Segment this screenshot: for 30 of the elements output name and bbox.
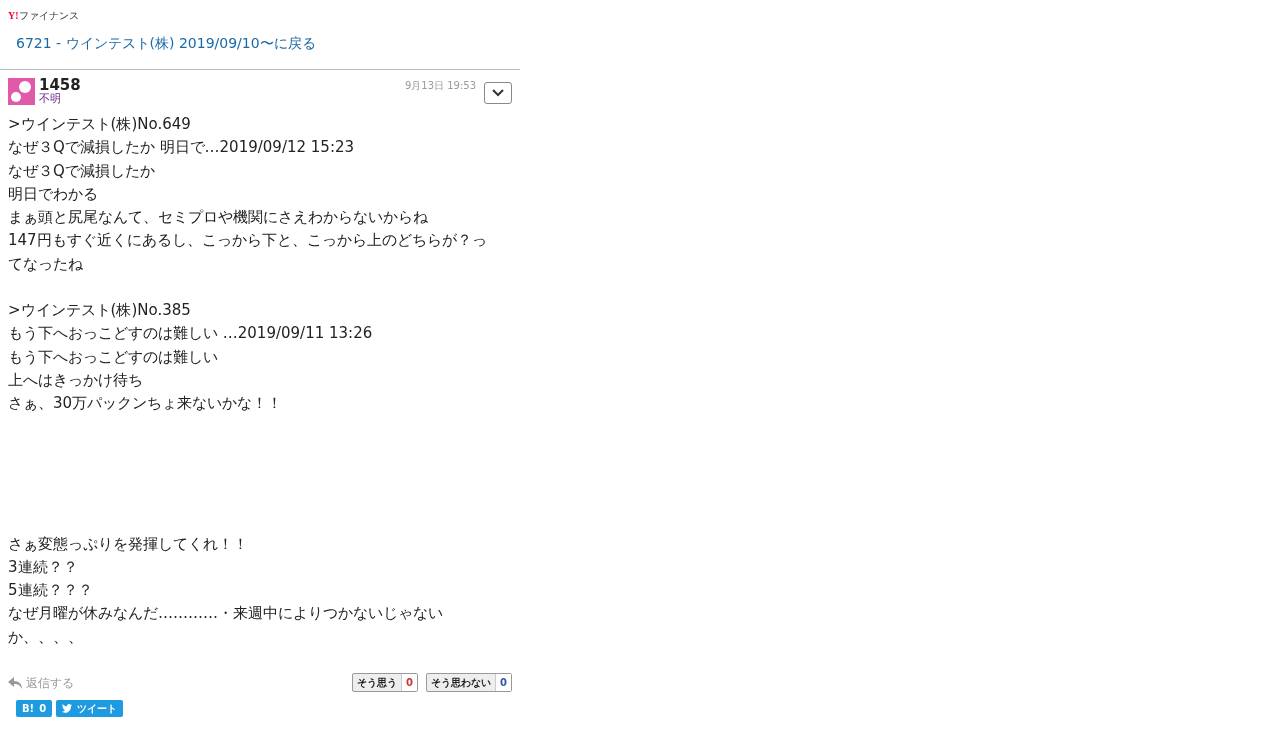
body-text: >ウインテスト(株)No.385 [8,300,192,322]
chevron-down-icon [492,89,504,97]
body-text: てなったね [8,253,84,275]
vote-button[interactable]: そう思う 0 [352,673,419,693]
vote-button[interactable]: そう思わない 0 [426,673,512,693]
body-text: 5連続？？？ [8,580,94,602]
logo-text: ファイナンス [18,9,79,23]
body-text: 上へはきっかけ待ち [8,369,144,391]
back-link[interactable]: 6721 - ウインテスト(株) 2019/09/10〜に戻る [16,35,316,51]
body-text: さぁ、30万パックンちょ来ないかな！！ [8,393,284,415]
user-name[interactable]: 1458 [39,78,81,93]
reply-icon [8,676,22,689]
logo-mark: Y! [8,9,19,23]
body-text: なぜ月曜が休みなんだ…………・来週中によりつかないじゃない [8,603,444,625]
body-text: >ウインテスト(株)No.649 [8,114,192,135]
body-text: 3連続？？ [8,556,79,578]
body-text: 明日でわかる [8,183,99,205]
body-text: 147円もすぐ近くにあるし、こっから下と、こっから上のどちらが？っ [8,230,488,252]
body-text: なぜ３Qで減損したか [8,160,156,182]
body-text: まぁ頭と尻尾なんて、セミプロや機関にさえわからないからね [8,207,429,229]
bird-icon [62,704,73,714]
body-text: か、、、、 [8,626,84,648]
body-text: なぜ３Qで減損したか 明日で…2019/09/12 15:23 [8,137,356,159]
avatar-icon [8,78,35,105]
rating-label: 不明 [39,93,62,105]
body-text: もう下へおっこどすのは難しい [8,346,219,368]
body-text: さぁ変態っぷりを発揮してくれ！！ [8,533,249,555]
post-time: 9月13日 19:53 [404,79,476,93]
dropdown-button[interactable] [484,82,512,104]
body-text: もう下へおっこどすのは難しい …2019/09/11 13:26 [8,323,374,345]
